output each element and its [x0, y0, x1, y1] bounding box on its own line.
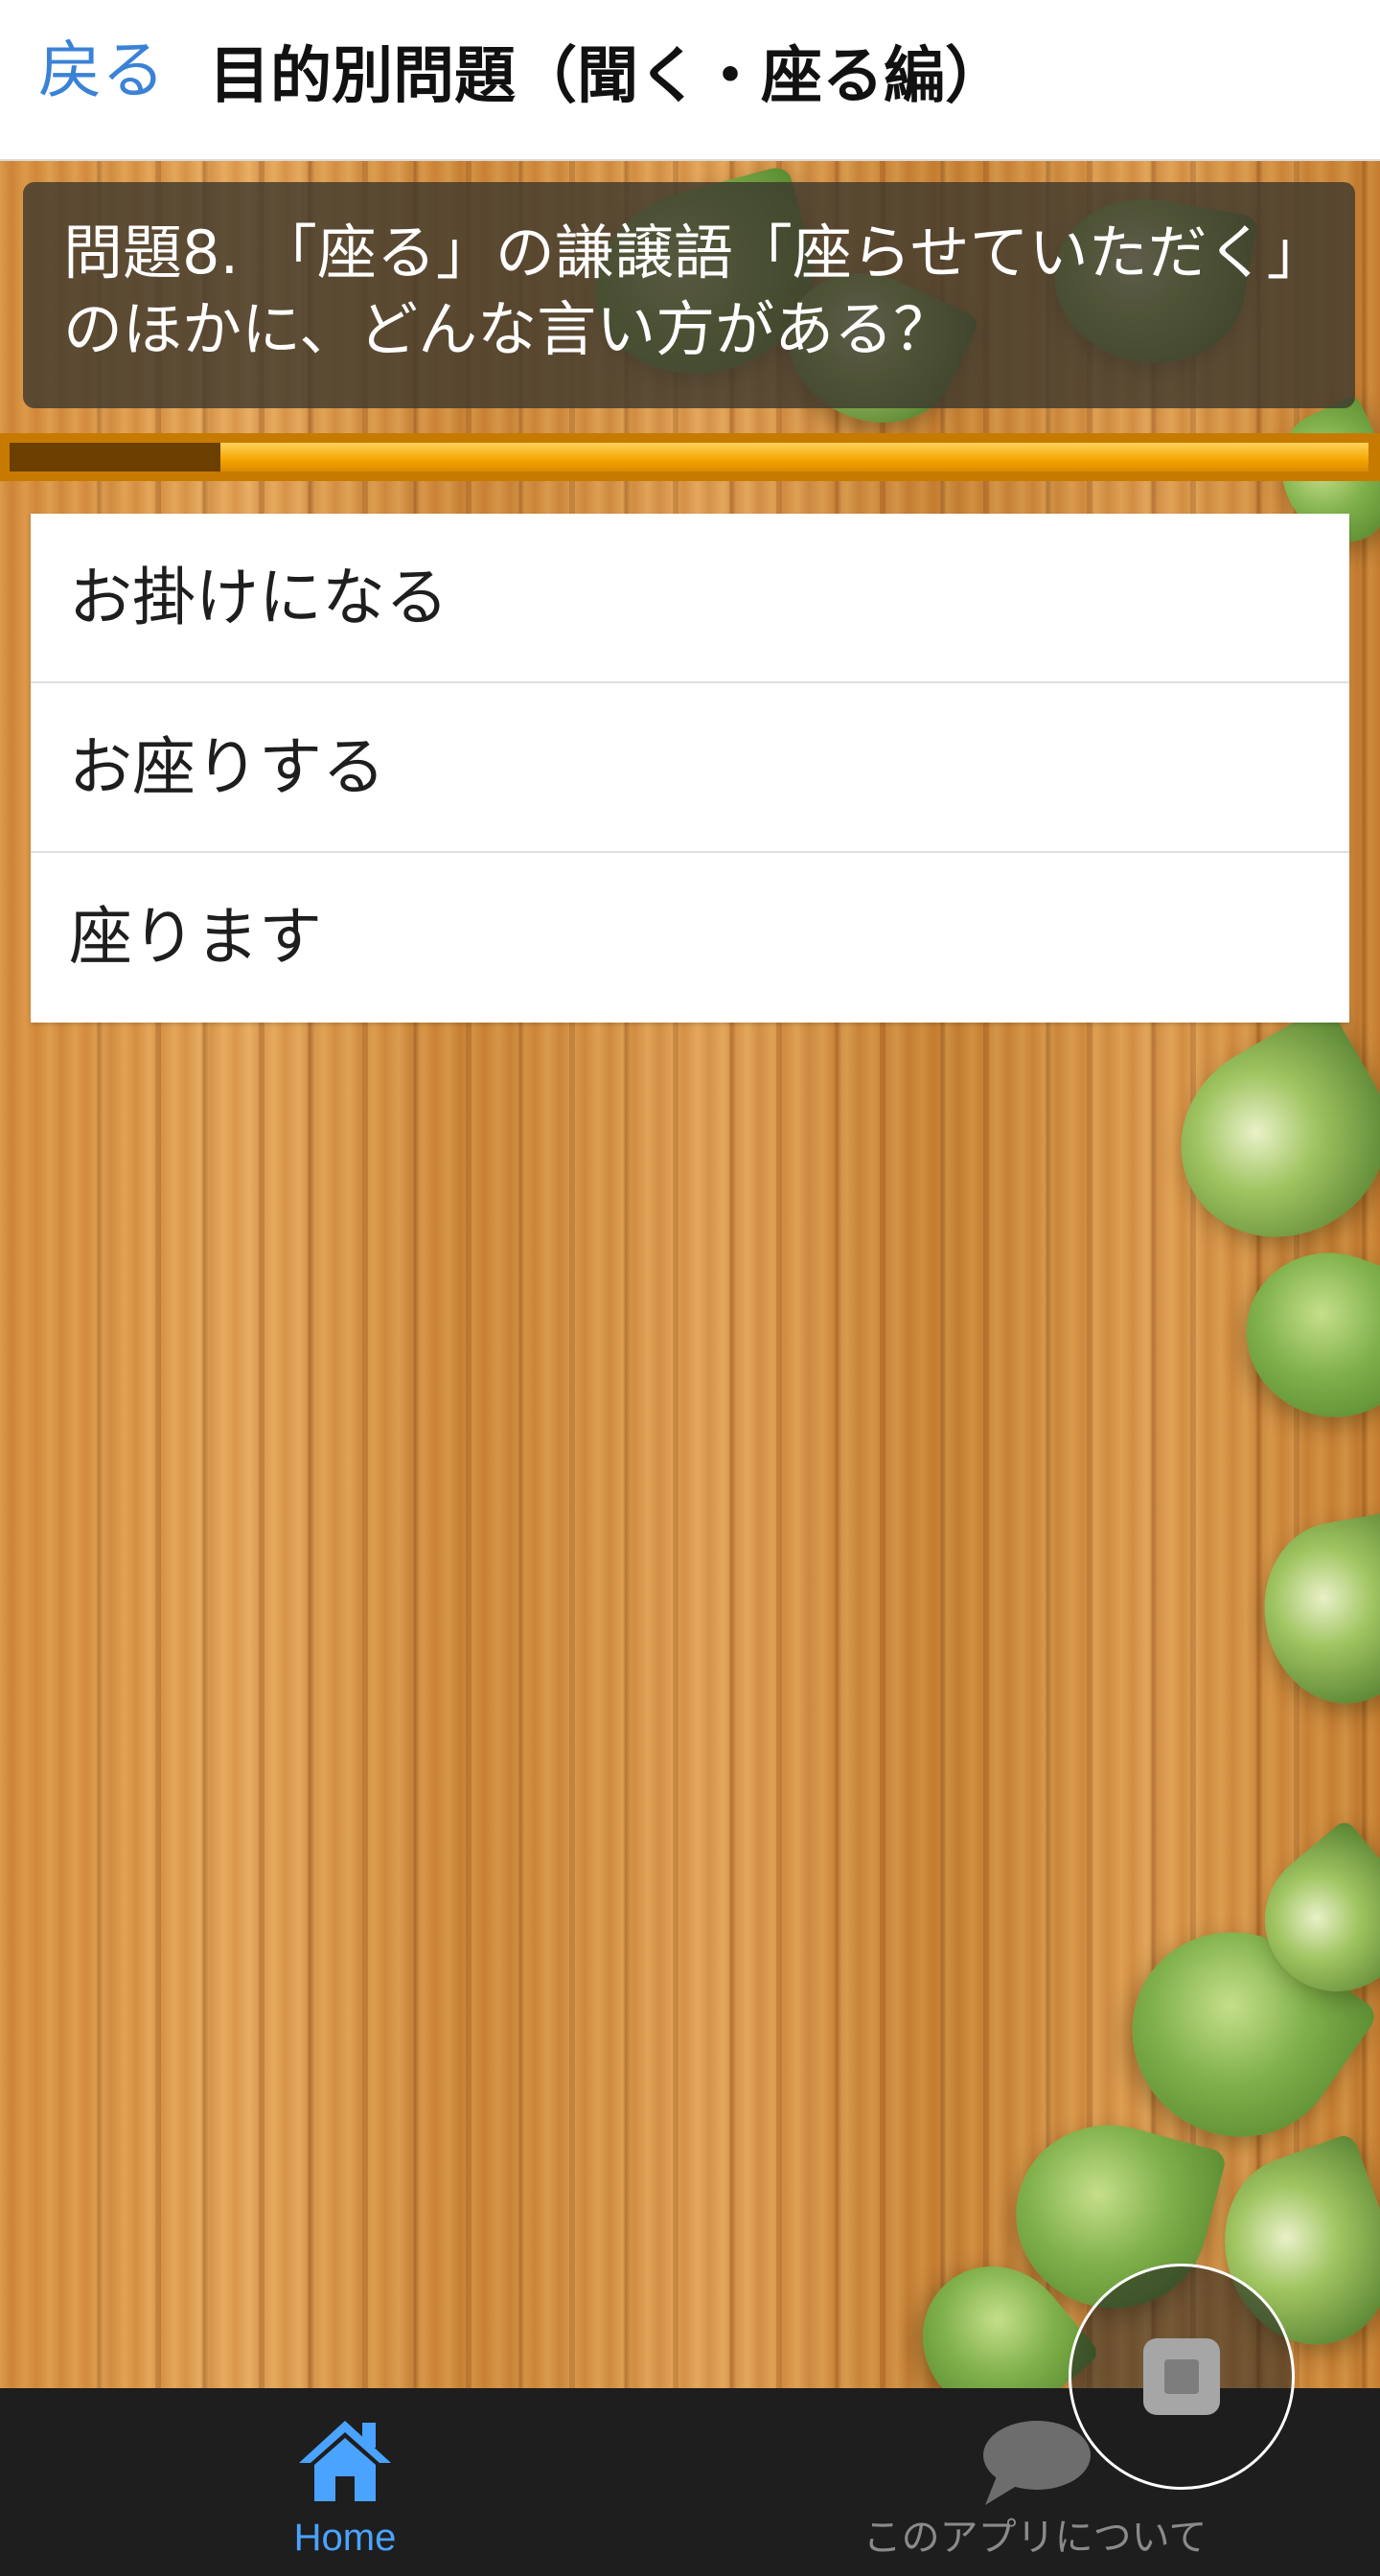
speech-bubble-icon [978, 2417, 1092, 2513]
progress-bar-track [10, 443, 1368, 472]
progress-bar [0, 433, 1380, 481]
progress-bar-fill [10, 443, 220, 472]
home-icon [295, 2417, 395, 2509]
ivy-leaf [1144, 1002, 1380, 1275]
question-box: 問題8. 「座る」の謙譲語「座らせていただく」のほかに、どんな言い方がある？ [23, 182, 1355, 408]
choice-item-3[interactable]: 座ります [31, 853, 1349, 1023]
choice-label: 座ります [69, 900, 322, 974]
stop-icon [1143, 2338, 1220, 2415]
app-screen: 戻る 目的別問題（聞く・座る編） 問題8. 「座る」の謙譲語「座らせていただく」… [0, 0, 1380, 2576]
app-header: 戻る 目的別問題（聞く・座る編） [0, 0, 1380, 161]
tab-home[interactable]: Home [0, 2388, 690, 2576]
tab-about-label: このアプリについて [862, 2516, 1208, 2560]
choice-list: お掛けになる お座りする 座ります [31, 514, 1349, 1023]
tab-home-label: Home [293, 2517, 397, 2559]
ivy-leaf [1223, 1229, 1380, 1441]
ivy-leaf [1250, 1509, 1380, 1716]
choice-item-2[interactable]: お座りする [31, 683, 1349, 853]
choice-label: お座りする [69, 730, 385, 804]
wood-background [0, 161, 1380, 2447]
question-text: 問題8. 「座る」の謙譲語「座らせていただく」のほかに、どんな言い方がある？ [63, 218, 1326, 364]
page-title: 目的別問題（聞く・座る編） [209, 41, 1006, 112]
choice-item-1[interactable]: お掛けになる [31, 514, 1349, 683]
choice-label: お掛けになる [69, 561, 448, 634]
stop-button[interactable] [1069, 2264, 1295, 2490]
back-button[interactable]: 戻る [38, 23, 165, 119]
